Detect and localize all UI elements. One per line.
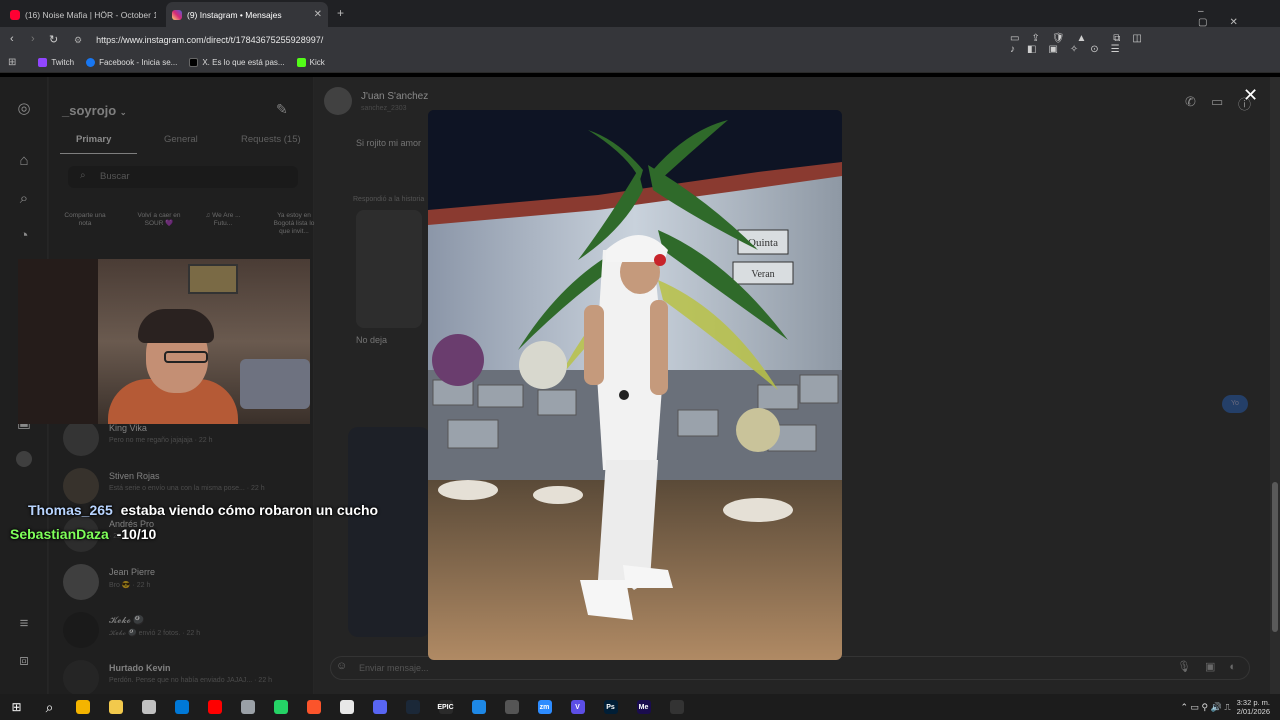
webcam-background (18, 259, 98, 424)
taskbar-app-button[interactable]: V (561, 694, 594, 720)
chat-message: -10/10 (116, 526, 157, 542)
close-tab-icon[interactable]: ✕ (314, 9, 322, 20)
app-icon (273, 700, 288, 714)
taskbar-app-button[interactable] (462, 694, 495, 720)
chat-username: Thomas_265 (28, 502, 113, 518)
chat-username: SebastianDaza (10, 526, 109, 542)
taskbar-app-button[interactable]: EPIC (429, 694, 462, 720)
taskbar-app-button[interactable] (363, 694, 396, 720)
app-icon: Me (636, 700, 651, 714)
close-viewer-button[interactable]: ✕ (1243, 85, 1258, 106)
window-controls[interactable]: –▢✕ (1198, 6, 1280, 28)
tab-instagram[interactable]: (9) Instagram • Mensajes ✕ (166, 2, 328, 27)
taskbar-app-button[interactable] (264, 694, 297, 720)
kick-icon (296, 58, 306, 67)
app-icon: V (570, 700, 585, 714)
taskbar-app-button[interactable] (495, 694, 528, 720)
app-icon (141, 700, 156, 714)
photo-image: Quinta Veran (428, 110, 842, 660)
system-tray[interactable]: ⌃ ▭ ⚲ 🔊 ⎍ 3:32 p. m. 2/01/2026 (1180, 698, 1270, 717)
twitch-icon (38, 58, 48, 67)
bookmark-facebook[interactable]: Facebook - Inicia se... (86, 58, 177, 67)
app-icon (339, 700, 354, 714)
youtube-icon (10, 9, 20, 20)
app-icon: zm (537, 700, 552, 714)
forward-icon[interactable]: › (31, 33, 35, 45)
taskbar-app-button[interactable] (99, 694, 132, 720)
taskbar-app-button[interactable] (132, 694, 165, 720)
app-icon (372, 700, 387, 714)
taskbar-app-button[interactable] (165, 694, 198, 720)
taskbar-app-button[interactable] (396, 694, 429, 720)
app-icon (174, 700, 189, 714)
stream-chat-line: Thomas_265 estaba viendo cómo robaron un… (28, 502, 378, 518)
app-icon (108, 700, 123, 714)
windows-taskbar: ⊞ ⌕ EPIC zm V Ps Me ⌃ ▭ ⚲ 🔊 ⎍ 3:32 p. m. 2/01… (0, 694, 1280, 720)
new-tab-button[interactable]: + (337, 6, 344, 20)
app-icon (207, 700, 222, 714)
windows-logo-icon: ⊞ (11, 700, 22, 714)
taskbar-app-button[interactable]: Me (627, 694, 660, 720)
wall-frame (188, 264, 238, 294)
taskbar-app-button[interactable] (66, 694, 99, 720)
photo-viewer[interactable]: Quinta Veran (428, 110, 842, 660)
facebook-icon (86, 58, 96, 67)
apps-grid-icon[interactable]: ⊞ (8, 57, 16, 68)
bookmark-kick[interactable]: Kick (296, 58, 325, 67)
app-icon (471, 700, 486, 714)
webcam-overlay (18, 259, 310, 424)
tab-title: (9) Instagram • Mensajes (187, 9, 282, 20)
site-info-icon[interactable]: ⚙ (74, 35, 82, 46)
tray-icons[interactable]: ⌃ ▭ ⚲ 🔊 ⎍ (1180, 702, 1230, 713)
pillow (240, 359, 310, 409)
stream-chat-line: SebastianDaza -10/10 (10, 526, 156, 542)
search-icon: ⌕ (45, 698, 54, 715)
url-text: https://www.instagram.com/direct/t/17843… (96, 35, 324, 45)
start-button[interactable]: ⊞ (0, 694, 33, 720)
svg-text:Veran: Veran (751, 269, 774, 280)
app-icon: EPIC (437, 700, 454, 714)
page-scrollbar[interactable] (1270, 77, 1280, 694)
bookmark-twitch[interactable]: Twitch (38, 58, 74, 67)
taskbar-app-button[interactable] (660, 694, 693, 720)
clock[interactable]: 3:32 p. m. 2/01/2026 (1237, 698, 1270, 717)
taskbar-app-button[interactable] (297, 694, 330, 720)
app-icon (240, 700, 255, 714)
app-icon (405, 700, 420, 714)
x-icon (189, 58, 199, 67)
back-icon[interactable]: ‹ (10, 33, 14, 45)
app-icon (504, 700, 519, 714)
extension-icons[interactable]: ▭⇪🛡▲ ⧉◫ ♪◧▣✧⊙☰ (1010, 33, 1270, 55)
scrollbar-thumb[interactable] (1272, 482, 1278, 632)
taskbar-search-button[interactable]: ⌕ (33, 694, 66, 720)
app-icon (669, 700, 684, 714)
taskbar-app-button[interactable] (330, 694, 363, 720)
bookmarks-bar: ⊞ Twitch Facebook - Inicia se... X. Es l… (0, 53, 1280, 73)
chat-message: estaba viendo cómo robaron un cucho (120, 502, 379, 518)
tab-title: (16) Noise Mafia | HÖR - October 12 (25, 9, 156, 20)
taskbar-app-button[interactable]: Ps (594, 694, 627, 720)
streamer-hair (138, 309, 214, 343)
app-icon (75, 700, 90, 714)
taskbar-app-button[interactable]: zm (528, 694, 561, 720)
reload-icon[interactable]: ↻ (49, 33, 58, 46)
bookmark-x[interactable]: X. Es lo que está pas... (189, 58, 285, 67)
taskbar-app-button[interactable] (231, 694, 264, 720)
tab-youtube[interactable]: (16) Noise Mafia | HÖR - October 12 (4, 2, 156, 27)
glasses (164, 351, 208, 363)
taskbar-app-button[interactable] (198, 694, 231, 720)
taskbar-apps: EPIC zm V Ps Me (66, 694, 693, 720)
app-icon: Ps (603, 700, 618, 714)
app-icon (306, 700, 321, 714)
address-bar[interactable]: ⚙ https://www.instagram.com/direct/t/178… (68, 31, 998, 49)
instagram-icon (172, 9, 182, 20)
